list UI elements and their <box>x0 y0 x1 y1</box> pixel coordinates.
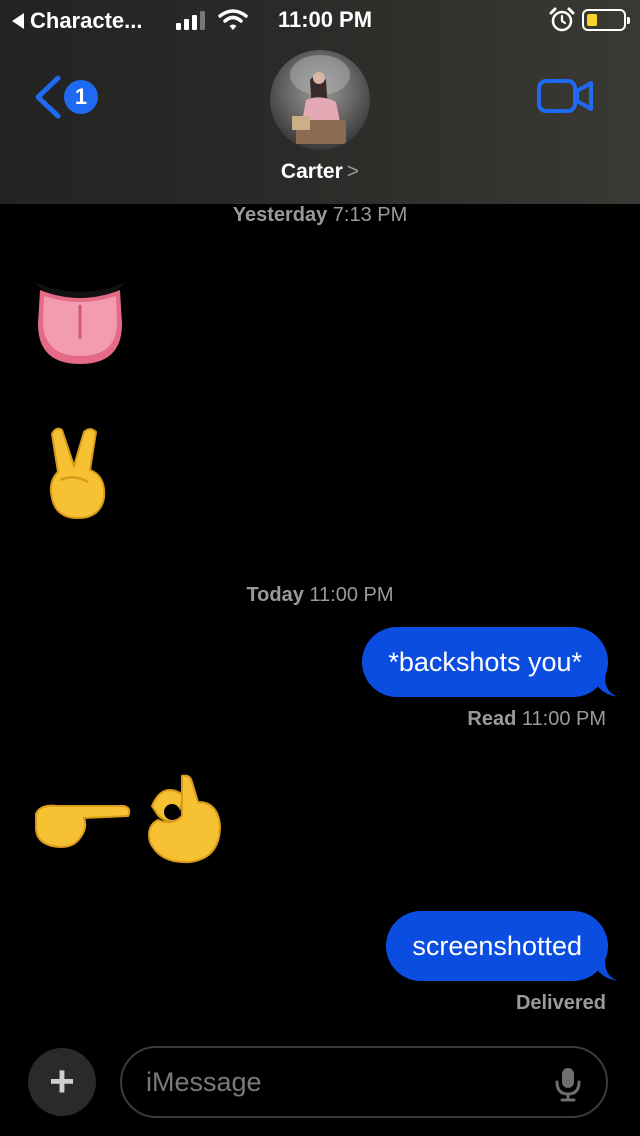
timestamp-yesterday: Yesterday 7:13 PM <box>0 204 640 227</box>
message-input[interactable] <box>146 1060 536 1104</box>
contact-name: Carter <box>280 160 343 183</box>
bubble-tail <box>592 955 618 981</box>
avatar[interactable] <box>270 50 370 150</box>
alarm-clock-icon <box>549 7 575 32</box>
contact-name-button[interactable]: Carter > <box>0 160 640 184</box>
sent-message-bubble[interactable]: *backshots you* <box>362 627 618 697</box>
unread-badge[interactable]: 1 <box>64 80 98 114</box>
bubble-tail <box>592 671 618 697</box>
status-time-suffix: PM <box>339 7 373 32</box>
timestamp-today: Today 11:00 PM <box>0 584 640 607</box>
timestamp-time: 11:00 PM <box>309 584 394 606</box>
read-time: 11:00 PM <box>521 708 606 730</box>
status-time-value: 11:00 <box>277 7 334 32</box>
microphone-icon[interactable] <box>554 1066 582 1102</box>
timestamp-day: Yesterday <box>232 204 328 226</box>
battery-icon <box>582 9 630 31</box>
message-text: *backshots you* <box>388 646 582 677</box>
battery-level <box>587 14 597 26</box>
plus-icon: + <box>49 1057 75 1106</box>
status-bar: Characte... 11:00 PM <box>0 0 640 40</box>
victory-hand-emoji[interactable] <box>44 424 114 520</box>
message-composer <box>120 1046 608 1118</box>
delivered-label: Delivered <box>515 992 606 1014</box>
tongue-emoji[interactable] <box>30 276 130 368</box>
pointing-ok-emoji[interactable] <box>32 772 228 868</box>
read-receipt: Read 11:00 PM <box>467 708 606 731</box>
sent-message-bubble[interactable]: screenshotted <box>386 911 618 981</box>
delivered-receipt: Delivered <box>516 992 606 1015</box>
video-camera-icon[interactable] <box>536 78 594 114</box>
status-time: 11:00 PM <box>0 7 640 33</box>
chevron-right-icon: > <box>346 160 360 183</box>
message-text: screenshotted <box>412 930 582 961</box>
read-label: Read <box>467 708 517 730</box>
navigation-header: Characte... 11:00 PM 1 Carter > <box>0 0 640 204</box>
add-attachment-button[interactable]: + <box>28 1048 96 1116</box>
timestamp-day: Today <box>246 584 304 606</box>
avatar-photo <box>290 55 350 144</box>
timestamp-time: 7:13 PM <box>332 204 408 226</box>
